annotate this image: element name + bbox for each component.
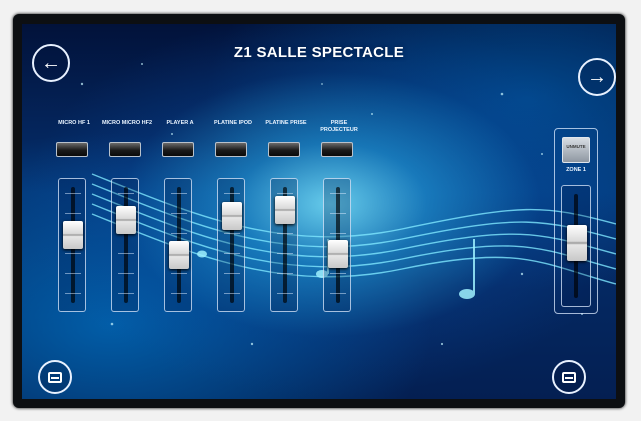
next-button[interactable]: → (578, 58, 616, 96)
mute-button[interactable] (109, 142, 141, 157)
channel-label: PLATINE IPOD (213, 120, 253, 126)
fader-tick (330, 193, 346, 194)
master-fader-knob[interactable] (567, 225, 587, 262)
fader-tick (277, 293, 293, 294)
fader-knob[interactable] (275, 196, 295, 225)
channel-label: PRISE PROJECTEUR (320, 120, 358, 133)
fader-knob[interactable] (222, 201, 242, 230)
fader-tick (277, 193, 293, 194)
fader-track[interactable] (323, 178, 351, 312)
page-title: Z1 SALLE SPECTACLE (233, 44, 405, 61)
fader-tick (277, 233, 293, 234)
photo-frame: Z1 SALLE SPECTACLE ← → MICRO HF 1 MICRO M… (0, 0, 641, 421)
fader-tick (171, 193, 187, 194)
fader-tick (224, 233, 240, 234)
fader-track[interactable] (270, 178, 298, 312)
fader-tick (277, 253, 293, 254)
screen-icon (562, 371, 576, 383)
fader-tick (224, 273, 240, 274)
mute-button[interactable] (56, 142, 88, 157)
fader-knob[interactable] (328, 239, 348, 268)
fader-tick (118, 193, 134, 194)
screen-icon (48, 371, 62, 383)
arrow-right-icon: → (587, 65, 607, 88)
fader-tick (224, 293, 240, 294)
fader-tick (330, 213, 346, 214)
fader-tick (171, 293, 187, 294)
fader-tick (330, 293, 346, 294)
fader-tick (65, 273, 81, 274)
fader-tick (330, 273, 346, 274)
fader-track[interactable] (217, 178, 245, 312)
fader-track[interactable] (111, 178, 139, 312)
mute-button[interactable] (321, 142, 353, 157)
channel-label: PLAYER A (166, 120, 194, 126)
fader-tick (65, 213, 81, 214)
fader-knob[interactable] (63, 220, 83, 249)
fader-tick (224, 193, 240, 194)
touch-screen: Z1 SALLE SPECTACLE ← → MICRO HF 1 MICRO M… (22, 24, 616, 399)
fader-tick (171, 213, 187, 214)
back-button[interactable]: ← (32, 44, 70, 82)
screen-right-button[interactable] (552, 360, 586, 394)
fader-tick (118, 273, 134, 274)
fader-tick (277, 273, 293, 274)
mute-button[interactable] (215, 142, 247, 157)
channel-label: MICRO HF 1 (58, 120, 90, 126)
channel-label: PLATINE PRISE (265, 120, 307, 126)
fader-tick (171, 233, 187, 234)
fader-tick (65, 193, 81, 194)
fader-tick (330, 233, 346, 234)
master-channel: UNMUTE Zone 1 (554, 128, 598, 314)
screen-left-button[interactable] (38, 360, 72, 394)
fader-track[interactable] (58, 178, 86, 312)
fader-knob[interactable] (169, 241, 189, 270)
fader-tick (118, 253, 134, 254)
fader-track[interactable] (164, 178, 192, 312)
fader-tick (65, 253, 81, 254)
fader-tick (171, 273, 187, 274)
fader-tick (224, 253, 240, 254)
mute-button[interactable] (268, 142, 300, 157)
master-mute-button[interactable]: UNMUTE (562, 137, 590, 163)
mute-button[interactable] (162, 142, 194, 157)
fader-tick (118, 293, 134, 294)
fader-tick (65, 293, 81, 294)
fader-knob[interactable] (116, 205, 136, 234)
channel-label: MICRO MICRO HF2 (101, 120, 153, 126)
arrow-left-icon: ← (41, 51, 61, 74)
master-label: Zone 1 (566, 167, 586, 173)
master-fader-track[interactable] (561, 185, 591, 307)
fader-slot (124, 187, 128, 303)
